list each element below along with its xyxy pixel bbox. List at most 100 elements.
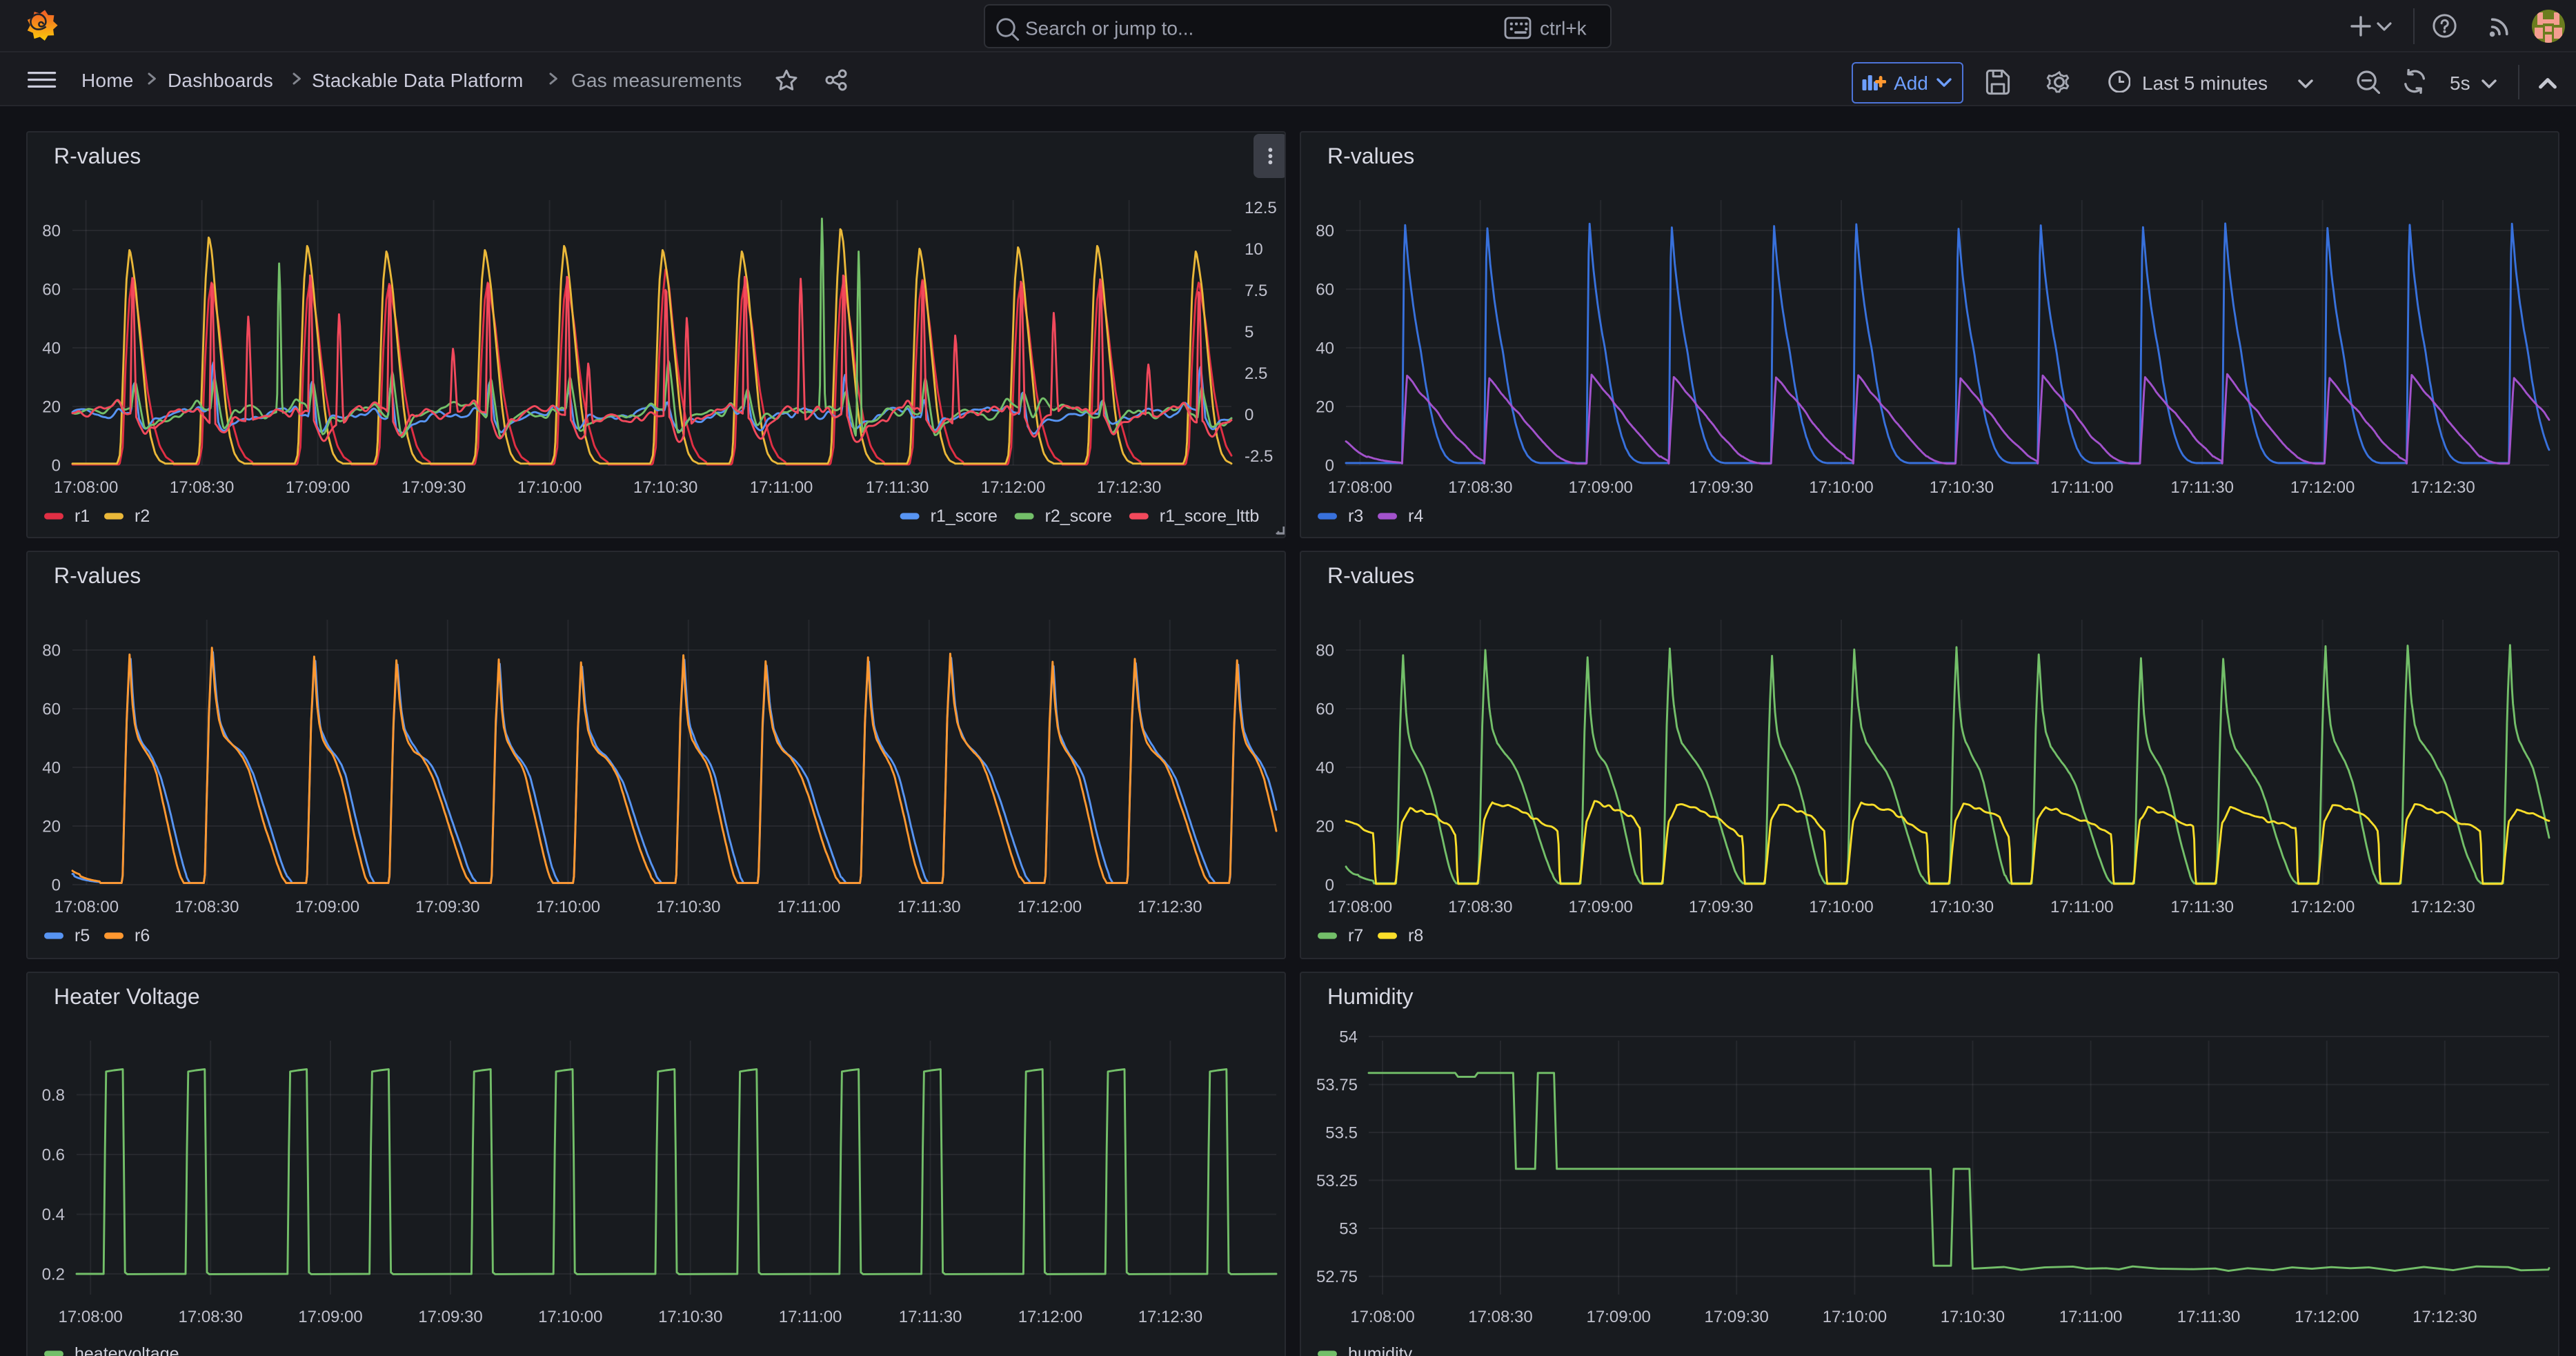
svg-text:17:11:00: 17:11:00 — [749, 478, 813, 496]
svg-text:17:12:00: 17:12:00 — [1018, 1307, 1082, 1326]
svg-text:60: 60 — [1315, 279, 1334, 298]
svg-text:53.75: 53.75 — [1316, 1075, 1357, 1094]
svg-text:-2.5: -2.5 — [1244, 446, 1272, 465]
svg-text:17:12:00: 17:12:00 — [2290, 478, 2354, 496]
svg-text:0: 0 — [1325, 455, 1334, 474]
svg-text:17:12:30: 17:12:30 — [1096, 478, 1160, 496]
svg-text:heatervoltage: heatervoltage — [74, 1344, 179, 1356]
svg-text:Heater Voltage: Heater Voltage — [53, 983, 199, 1008]
svg-text:17:12:00: 17:12:00 — [2294, 1307, 2358, 1326]
svg-text:53.25: 53.25 — [1316, 1171, 1357, 1190]
svg-text:r3: r3 — [1347, 506, 1363, 525]
svg-text:0.2: 0.2 — [41, 1264, 64, 1283]
svg-text:40: 40 — [41, 758, 60, 777]
svg-text:17:09:00: 17:09:00 — [297, 1307, 361, 1326]
svg-text:17:12:30: 17:12:30 — [2412, 1307, 2476, 1326]
svg-text:17:08:00: 17:08:00 — [53, 478, 117, 496]
svg-text:Humidity: Humidity — [1327, 983, 1412, 1008]
svg-text:17:12:30: 17:12:30 — [2410, 898, 2474, 916]
svg-text:17:09:00: 17:09:00 — [1585, 1307, 1649, 1326]
svg-text:17:12:00: 17:12:00 — [1017, 898, 1081, 916]
svg-text:17:11:30: 17:11:30 — [898, 1307, 962, 1326]
svg-text:0: 0 — [51, 455, 60, 474]
svg-text:54: 54 — [1338, 1027, 1357, 1045]
svg-text:r6: r6 — [134, 926, 149, 945]
svg-text:17:11:30: 17:11:30 — [897, 898, 960, 916]
svg-text:17:11:00: 17:11:00 — [2050, 898, 2113, 916]
svg-text:17:11:30: 17:11:30 — [2177, 1307, 2240, 1326]
svg-text:17:08:00: 17:08:00 — [1349, 1307, 1414, 1326]
svg-text:17:12:00: 17:12:00 — [2290, 898, 2354, 916]
svg-text:r1_score: r1_score — [930, 506, 997, 525]
svg-text:12.5: 12.5 — [1244, 198, 1276, 217]
svg-text:17:11:30: 17:11:30 — [2170, 898, 2233, 916]
svg-text:40: 40 — [41, 338, 60, 357]
svg-text:17:09:30: 17:09:30 — [401, 478, 465, 496]
svg-text:17:11:00: 17:11:00 — [777, 898, 840, 916]
svg-text:R-values: R-values — [1327, 143, 1414, 168]
svg-text:17:08:30: 17:08:30 — [169, 478, 233, 496]
svg-text:17:08:30: 17:08:30 — [177, 1307, 241, 1326]
svg-text:17:09:00: 17:09:00 — [1567, 898, 1632, 916]
svg-text:17:10:00: 17:10:00 — [517, 478, 581, 496]
svg-text:17:10:30: 17:10:30 — [657, 1307, 722, 1326]
svg-text:80: 80 — [1315, 221, 1334, 239]
svg-text:17:10:00: 17:10:00 — [537, 1307, 602, 1326]
svg-text:17:08:00: 17:08:00 — [1327, 478, 1391, 496]
svg-text:17:11:30: 17:11:30 — [2170, 478, 2233, 496]
svg-text:17:10:30: 17:10:30 — [1929, 898, 1993, 916]
svg-text:80: 80 — [41, 641, 60, 660]
svg-text:17:10:00: 17:10:00 — [1808, 898, 1872, 916]
svg-text:2.5: 2.5 — [1244, 364, 1267, 382]
svg-text:R-values: R-values — [53, 143, 140, 168]
svg-text:60: 60 — [41, 279, 60, 298]
svg-text:humidity: humidity — [1347, 1344, 1412, 1356]
svg-text:5: 5 — [1244, 322, 1253, 341]
svg-text:0.8: 0.8 — [41, 1085, 64, 1104]
svg-text:r4: r4 — [1407, 506, 1423, 525]
svg-text:17:08:00: 17:08:00 — [1327, 898, 1391, 916]
svg-text:17:10:30: 17:10:30 — [1929, 478, 1993, 496]
svg-text:17:09:30: 17:09:30 — [1688, 478, 1752, 496]
svg-text:17:10:30: 17:10:30 — [633, 478, 697, 496]
svg-text:17:11:00: 17:11:00 — [2059, 1307, 2122, 1326]
svg-text:17:12:30: 17:12:30 — [2410, 478, 2474, 496]
svg-text:17:09:00: 17:09:00 — [285, 478, 349, 496]
svg-text:17:12:30: 17:12:30 — [1138, 1307, 1202, 1326]
svg-text:17:12:00: 17:12:00 — [980, 478, 1044, 496]
svg-text:17:09:30: 17:09:30 — [417, 1307, 482, 1326]
svg-text:53: 53 — [1338, 1219, 1357, 1237]
svg-text:80: 80 — [1315, 641, 1334, 660]
svg-text:40: 40 — [1315, 338, 1334, 357]
svg-text:17:10:00: 17:10:00 — [1808, 478, 1872, 496]
svg-text:17:10:30: 17:10:30 — [655, 898, 720, 916]
svg-text:17:11:00: 17:11:00 — [2050, 478, 2113, 496]
svg-text:17:09:00: 17:09:00 — [1567, 478, 1632, 496]
svg-text:17:08:30: 17:08:30 — [1447, 898, 1512, 916]
svg-text:17:08:30: 17:08:30 — [174, 898, 238, 916]
svg-text:0.6: 0.6 — [41, 1145, 64, 1163]
svg-text:53.5: 53.5 — [1325, 1123, 1357, 1141]
svg-text:17:08:00: 17:08:00 — [57, 1307, 121, 1326]
svg-text:20: 20 — [41, 817, 60, 836]
svg-text:r1: r1 — [74, 506, 89, 525]
svg-text:17:08:00: 17:08:00 — [54, 898, 118, 916]
svg-text:52.75: 52.75 — [1316, 1267, 1357, 1286]
svg-text:r8: r8 — [1407, 926, 1423, 945]
svg-text:r5: r5 — [74, 926, 89, 945]
svg-text:0: 0 — [51, 876, 60, 894]
svg-text:R-values: R-values — [53, 563, 140, 588]
svg-text:17:09:30: 17:09:30 — [1703, 1307, 1767, 1326]
svg-text:17:11:00: 17:11:00 — [778, 1307, 842, 1326]
svg-text:17:08:30: 17:08:30 — [1447, 478, 1512, 496]
svg-text:7.5: 7.5 — [1244, 281, 1267, 299]
svg-text:r2_score: r2_score — [1044, 506, 1111, 525]
svg-text:20: 20 — [41, 397, 60, 415]
svg-text:60: 60 — [1315, 700, 1334, 718]
svg-text:17:09:30: 17:09:30 — [415, 898, 479, 916]
svg-text:60: 60 — [41, 700, 60, 718]
svg-text:17:12:30: 17:12:30 — [1137, 898, 1201, 916]
svg-text:17:11:30: 17:11:30 — [865, 478, 929, 496]
svg-text:17:08:30: 17:08:30 — [1467, 1307, 1532, 1326]
svg-text:17:10:00: 17:10:00 — [1822, 1307, 1886, 1326]
